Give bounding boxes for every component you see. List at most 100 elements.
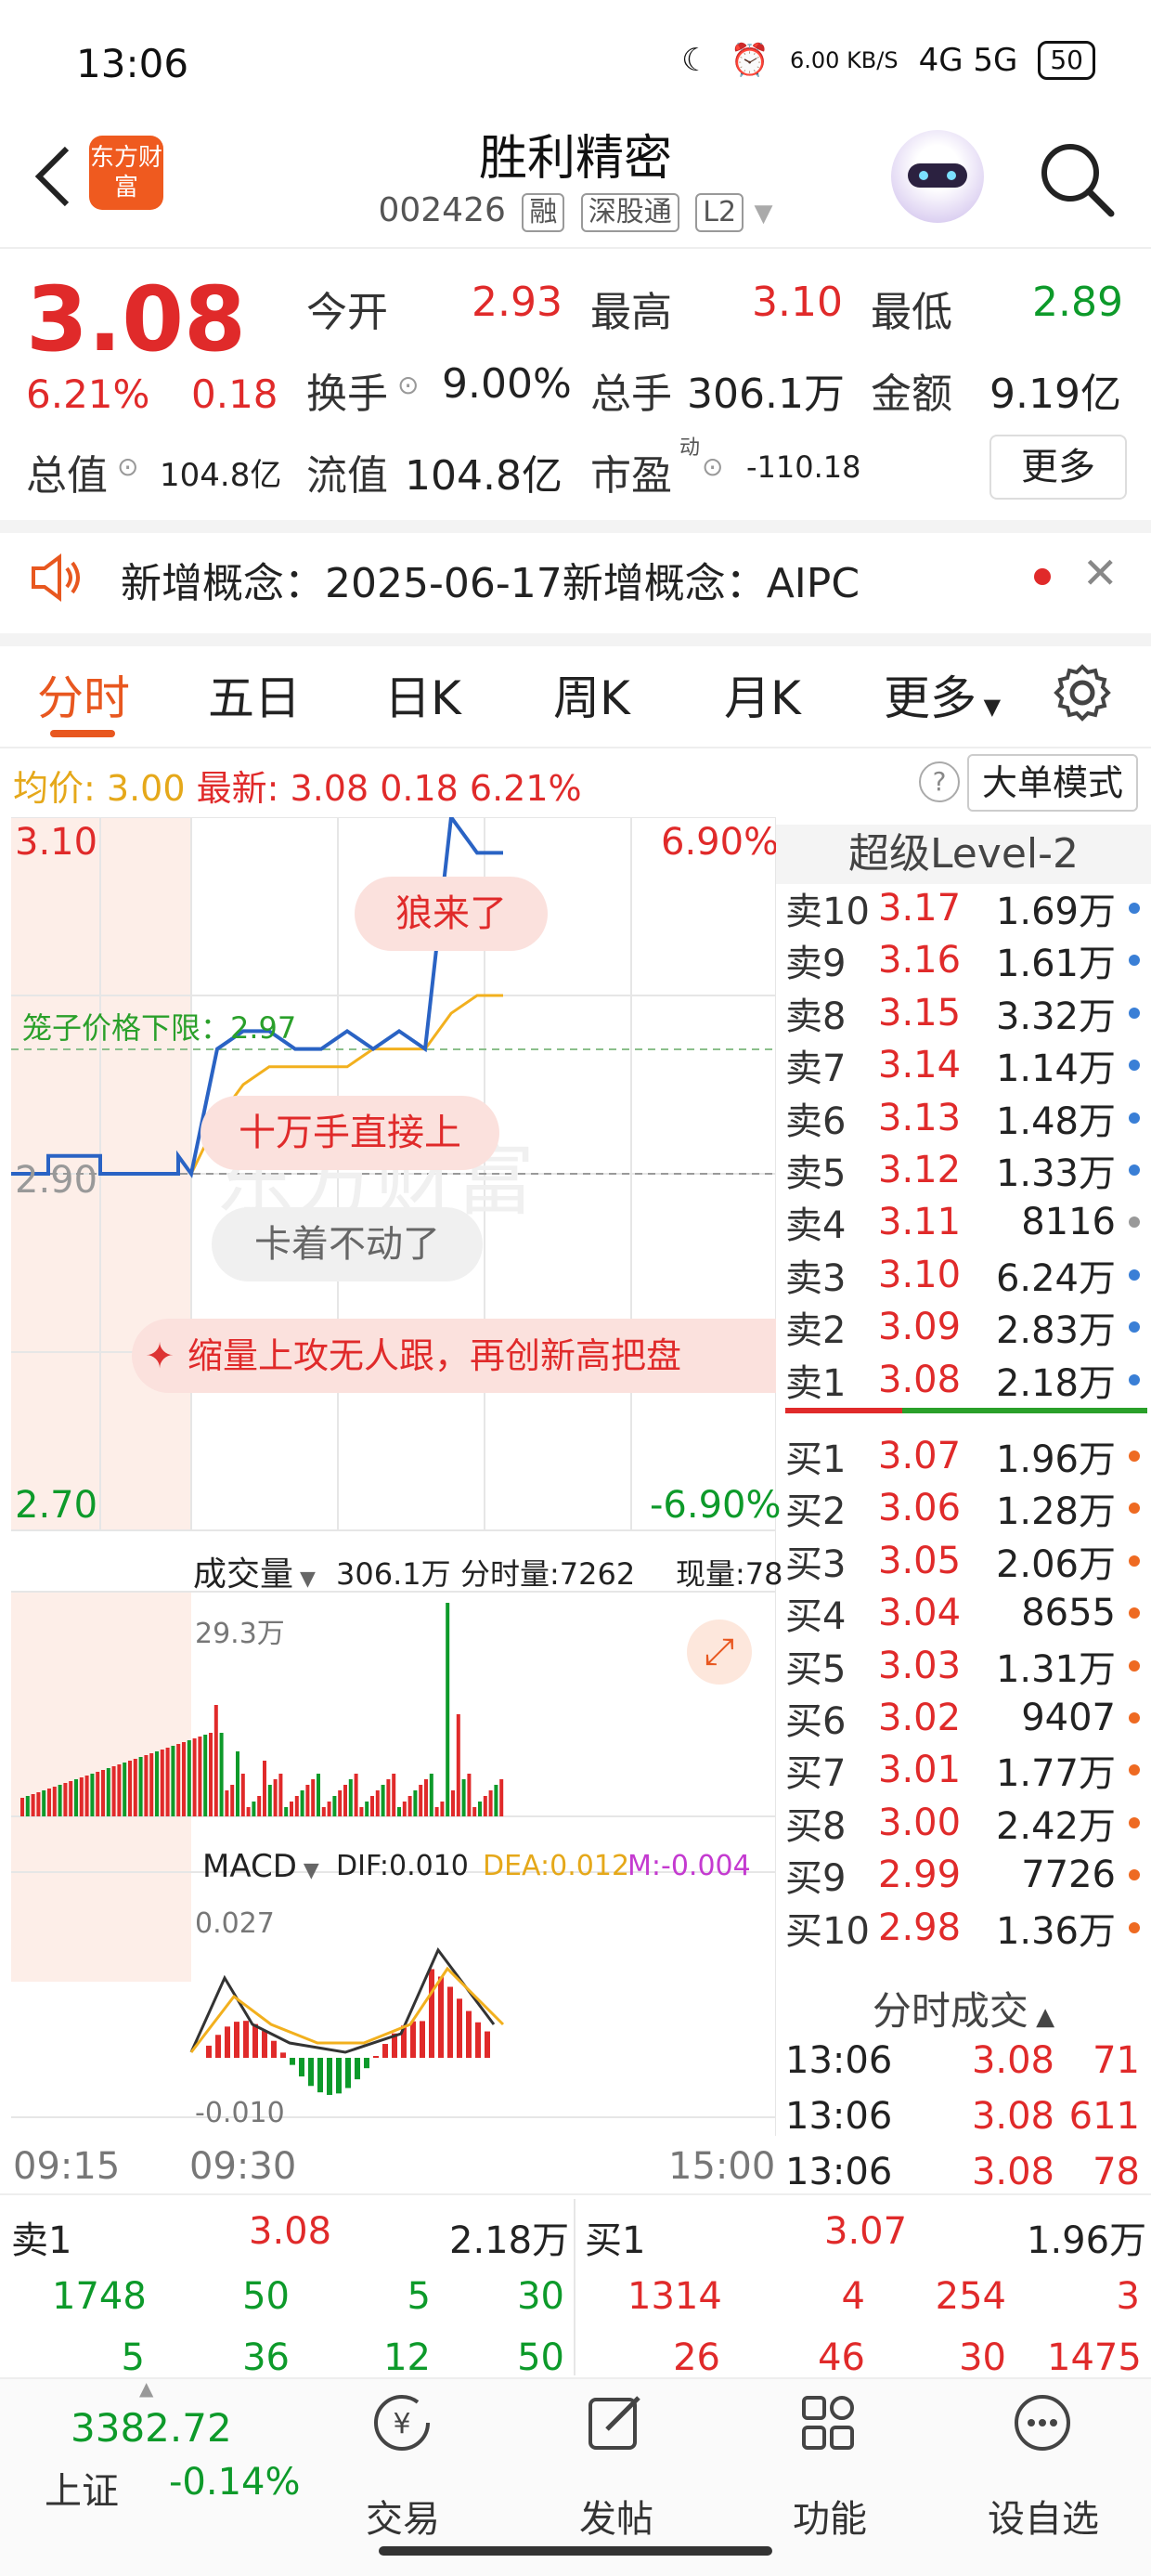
- order-dot-icon: [1129, 903, 1140, 914]
- macd-indicator-select[interactable]: MACD ▼: [202, 1848, 319, 1885]
- macd-top: 0.027: [195, 1907, 275, 1940]
- add-watchlist-icon[interactable]: [1010, 2390, 1075, 2455]
- ask-row[interactable]: 卖1 3.08 2.18万: [785, 1354, 1147, 1406]
- macd-bar: [280, 2052, 286, 2058]
- index-value[interactable]: 3382.72: [71, 2405, 232, 2451]
- tick-price: 3.08: [971, 2151, 1054, 2193]
- tick-price: 3.08: [971, 2039, 1054, 2082]
- volume-indicator-select[interactable]: 成交量 ▼: [193, 1547, 316, 1595]
- bid-row[interactable]: 买4 3.04 8655: [785, 1587, 1147, 1639]
- tab-monthly-k[interactable]: 月K: [724, 661, 801, 728]
- volume-bar: [290, 1802, 293, 1816]
- active-tab-indicator: [50, 730, 115, 737]
- dropdown-caret-icon[interactable]: ▼: [755, 200, 773, 228]
- level2-title[interactable]: 超级Level-2: [776, 825, 1151, 884]
- svg-text:¥: ¥: [393, 2408, 410, 2440]
- news-text[interactable]: 新增概念：2025-06-17新增概念：AIPC: [121, 550, 860, 609]
- ask-row[interactable]: 卖8 3.15 3.32万: [785, 987, 1147, 1039]
- nav-trade[interactable]: 交易: [329, 2489, 477, 2543]
- order-dot-icon: [1129, 1164, 1140, 1176]
- post-edit-icon[interactable]: [583, 2390, 648, 2455]
- tab-more[interactable]: 更多 ▼: [884, 661, 1001, 728]
- time-label-open: 09:30: [189, 2145, 297, 2188]
- bid-volume: 8655: [1021, 1592, 1116, 1635]
- annotation-bubble[interactable]: 狼来了: [355, 877, 548, 951]
- ask-level: 卖2: [785, 1309, 847, 1353]
- bid-row[interactable]: 买3 3.05 2.06万: [785, 1535, 1147, 1587]
- info-dots-icon[interactable]: ⊙: [397, 370, 419, 400]
- nav-add-watchlist[interactable]: 设自选: [969, 2489, 1118, 2543]
- bid-row[interactable]: 买5 3.03 1.31万: [785, 1640, 1147, 1692]
- big-order-mode-button[interactable]: 大单模式: [967, 754, 1138, 812]
- volume-bar: [359, 1807, 364, 1816]
- y-min-pct: -6.90%: [650, 1484, 782, 1527]
- nav-post[interactable]: 发帖: [542, 2489, 691, 2543]
- ask-bid-separator: [785, 1408, 1147, 1413]
- tab-weekly-k[interactable]: 周K: [553, 661, 630, 728]
- ask-row[interactable]: 卖5 3.12 1.33万: [785, 1144, 1147, 1196]
- function-grid-icon[interactable]: [796, 2390, 861, 2455]
- annotation-bubble[interactable]: 卡着不动了: [212, 1207, 483, 1281]
- tick-row: 13:06 3.08 78: [785, 2151, 1147, 2193]
- nav-functions[interactable]: 功能: [756, 2489, 904, 2543]
- macd-m: M:-0.004: [627, 1850, 751, 1882]
- volume-bar: [84, 1776, 89, 1816]
- volume-bar: [267, 1785, 272, 1816]
- ask-row[interactable]: 卖3 3.10 6.24万: [785, 1249, 1147, 1301]
- annotation-bubble[interactable]: 十万手直接上: [200, 1096, 499, 1170]
- annotation-banner[interactable]: ✦ 缩量上攻无人跟，再创新高把盘: [132, 1319, 776, 1393]
- volume-bar: [182, 1742, 186, 1816]
- volume-bar: [219, 1733, 224, 1816]
- macd-bar: [457, 1998, 462, 2058]
- avg-value: 3.00: [106, 768, 186, 809]
- robot-assistant-icon[interactable]: [891, 130, 984, 223]
- bid1-volume: 1.96万: [1027, 2219, 1147, 2262]
- ticks-header[interactable]: 分时成交 ▲: [776, 1980, 1151, 2036]
- info-dots-icon[interactable]: ⊙: [117, 451, 138, 482]
- tab-intraday[interactable]: 分时: [37, 661, 130, 728]
- settings-gear-icon[interactable]: [1053, 663, 1112, 722]
- tab-daily-k[interactable]: 日K: [384, 661, 461, 728]
- index-name[interactable]: 上证: [45, 2461, 119, 2515]
- ask-row[interactable]: 卖4 3.11 8116: [785, 1196, 1147, 1248]
- volume-bar: [461, 1779, 466, 1816]
- volume-bar: [198, 1737, 202, 1816]
- divider: [0, 633, 1151, 646]
- tag-connect: 深股通: [580, 193, 679, 232]
- ask-row[interactable]: 卖6 3.13 1.48万: [785, 1092, 1147, 1144]
- volume-bar: [381, 1785, 385, 1816]
- tick-time: 13:06: [785, 2039, 893, 2082]
- bid-row[interactable]: 买1 3.07 1.96万: [785, 1430, 1147, 1482]
- divider: [574, 2199, 576, 2375]
- index-pct[interactable]: -0.14%: [169, 2461, 301, 2504]
- ask-volume: 1.61万: [995, 943, 1116, 986]
- pe-value: -110.18: [746, 449, 861, 485]
- volume-bar: [278, 1774, 283, 1816]
- search-icon[interactable]: [1035, 137, 1119, 221]
- ask-row[interactable]: 卖10 3.17 1.69万: [785, 882, 1147, 934]
- bid-row[interactable]: 买8 3.00 2.42万: [785, 1797, 1147, 1849]
- order-dot-icon: [1129, 1712, 1140, 1724]
- volume-bar: [343, 1785, 347, 1816]
- volume-bar: [79, 1777, 84, 1816]
- close-icon[interactable]: ✕: [1082, 548, 1119, 598]
- ask-price: 3.11: [878, 1201, 962, 1244]
- y-max-label: 3.10: [15, 821, 98, 864]
- more-button[interactable]: 更多: [989, 435, 1127, 500]
- bid-row[interactable]: 买2 3.06 1.28万: [785, 1482, 1147, 1534]
- ask-row[interactable]: 卖9 3.16 1.61万: [785, 934, 1147, 986]
- pe-superscript: 动: [679, 436, 701, 460]
- trade-yen-icon[interactable]: ¥: [369, 2390, 434, 2455]
- bid-row[interactable]: 买10 2.98 1.36万: [785, 1902, 1147, 1954]
- tab-five-day[interactable]: 五日: [208, 661, 301, 728]
- tick-volume: 71: [1093, 2039, 1140, 2082]
- expand-icon[interactable]: ⤢: [687, 1620, 752, 1685]
- help-icon[interactable]: ?: [919, 761, 960, 802]
- info-dots-icon[interactable]: ⊙: [702, 451, 723, 482]
- bid-row[interactable]: 买7 3.01 1.77万: [785, 1744, 1147, 1796]
- bid-row[interactable]: 买9 2.99 7726: [785, 1849, 1147, 1901]
- ask-row[interactable]: 卖2 3.09 2.83万: [785, 1301, 1147, 1353]
- macd-bar: [317, 2058, 323, 2093]
- bid-row[interactable]: 买6 3.02 9407: [785, 1692, 1147, 1744]
- ask-row[interactable]: 卖7 3.14 1.14万: [785, 1039, 1147, 1091]
